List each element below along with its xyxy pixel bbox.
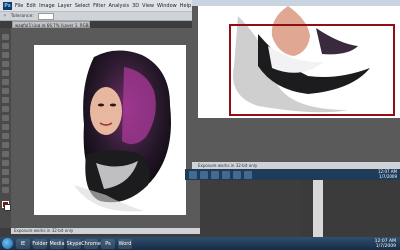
menu-edit[interactable]: Edit xyxy=(26,3,36,9)
taskbar-media-button[interactable]: Media xyxy=(49,238,65,249)
magic-wand-icon[interactable]: ✧ xyxy=(3,14,7,19)
menu-window[interactable]: Window xyxy=(157,3,177,9)
pen-tool-icon[interactable] xyxy=(2,160,9,166)
eyedropper-tool-icon[interactable] xyxy=(2,79,9,85)
right-taskbar: 12:07 AM 1/7/2009 xyxy=(185,169,400,180)
marquee-tool-icon[interactable] xyxy=(2,43,9,49)
tolerance-field[interactable] xyxy=(37,12,54,20)
menu-help[interactable]: Help xyxy=(180,3,191,9)
menu-select[interactable]: Select xyxy=(75,3,90,9)
brush-tool-icon[interactable] xyxy=(2,97,9,103)
clock-time: 12:07 AM xyxy=(374,238,396,244)
menubar: Ps File Edit Image Layer Select Filter A… xyxy=(0,0,200,12)
path-selection-tool-icon[interactable] xyxy=(2,178,9,184)
folder-icon[interactable] xyxy=(211,170,219,179)
document-tab[interactable]: waqfa(1).jpg @ 66.7% (Layer 1, RGB/8*) * xyxy=(12,21,90,28)
move-tool-icon[interactable] xyxy=(2,34,9,40)
scrollbar[interactable] xyxy=(313,180,323,237)
media-icon[interactable] xyxy=(222,170,230,179)
magic-wand-tool-icon[interactable] xyxy=(2,61,9,67)
gradient-tool-icon[interactable] xyxy=(2,133,9,139)
type-tool-icon[interactable] xyxy=(2,169,9,175)
start-button-icon[interactable] xyxy=(2,238,13,249)
taskbar-ie-button[interactable]: IE xyxy=(16,238,30,249)
menu-3d[interactable]: 3D xyxy=(132,3,139,9)
menu-analysis[interactable]: Analysis xyxy=(109,3,130,9)
clock-date: 1/7/2009 xyxy=(375,243,396,249)
crop-tool-icon[interactable] xyxy=(2,70,9,76)
menu-layer[interactable]: Layer xyxy=(58,3,72,9)
clock: 12:07 AM 1/7/2009 xyxy=(375,239,396,249)
right-clock-date: 1/7/2009 xyxy=(379,173,397,179)
eraser-tool-icon[interactable] xyxy=(2,124,9,130)
selection-rectangle[interactable] xyxy=(229,24,395,116)
history-brush-tool-icon[interactable] xyxy=(2,115,9,121)
menu-file[interactable]: File xyxy=(15,3,23,9)
right-status-bar: Exposure works in 32-bit only xyxy=(192,162,400,169)
taskbar-photoshop-button[interactable]: Ps xyxy=(101,238,115,249)
taskbar-chrome-button[interactable]: Chrome xyxy=(81,238,101,249)
skype-icon[interactable] xyxy=(233,170,241,179)
hand-tool-icon[interactable] xyxy=(2,187,9,193)
taskbar: IE Folder Media Skype Chrome Ps Word 12:… xyxy=(0,237,400,250)
ie-icon[interactable] xyxy=(200,170,208,179)
blur-tool-icon[interactable] xyxy=(2,142,9,148)
menu-image[interactable]: Image xyxy=(39,3,55,9)
status-bar: Exposure works in 32-bit only xyxy=(11,228,200,234)
taskbar-word-button[interactable]: Word xyxy=(118,238,132,249)
clone-stamp-tool-icon[interactable] xyxy=(2,106,9,112)
document-canvas[interactable] xyxy=(34,45,186,215)
right-clock: 12:07 AM 1/7/2009 xyxy=(378,169,397,179)
lasso-tool-icon[interactable] xyxy=(2,52,9,58)
options-bar: ✧ Tolerance: xyxy=(0,12,200,21)
portrait-image xyxy=(74,50,171,212)
background-color-swatch[interactable] xyxy=(4,204,11,211)
photoshop-icon[interactable] xyxy=(244,170,252,179)
photoshop-logo-icon: Ps xyxy=(3,1,12,10)
start-orb-icon[interactable] xyxy=(189,170,197,179)
taskbar-skype-button[interactable]: Skype xyxy=(66,238,82,249)
taskbar-folder-button[interactable]: Folder xyxy=(32,238,48,249)
dodge-tool-icon[interactable] xyxy=(2,151,9,157)
tolerance-label: Tolerance: xyxy=(10,13,34,19)
menu-filter[interactable]: Filter xyxy=(93,3,105,9)
menu-view[interactable]: View xyxy=(142,3,154,9)
healing-tool-icon[interactable] xyxy=(2,88,9,94)
